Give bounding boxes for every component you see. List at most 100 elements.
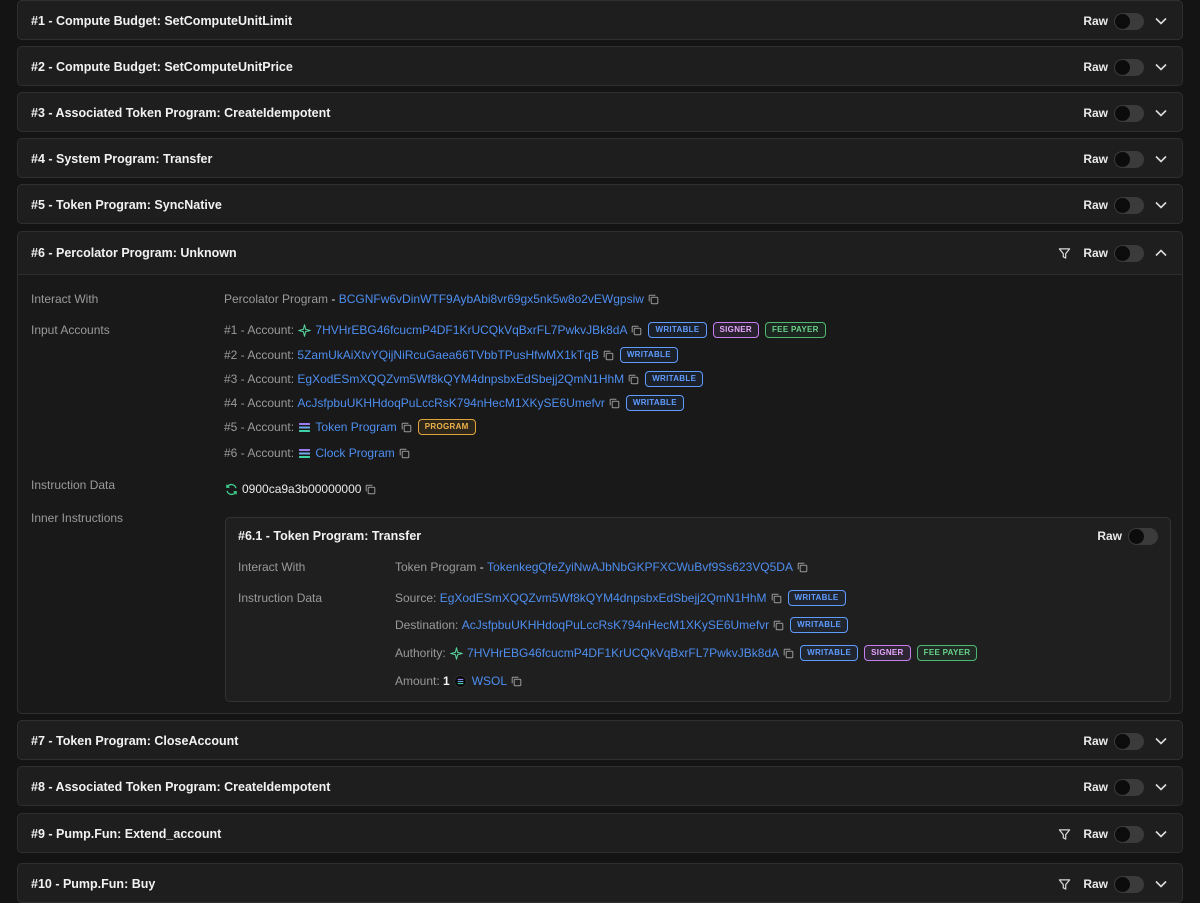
chevron-down-icon[interactable] <box>1154 734 1168 748</box>
chevron-down-icon[interactable] <box>1154 14 1168 28</box>
source-label: Source: <box>395 591 440 605</box>
token-link[interactable]: WSOL <box>472 674 507 688</box>
card-header[interactable]: #8 - Associated Token Program: CreateIde… <box>18 767 1182 807</box>
chevron-up-icon[interactable] <box>1154 246 1168 260</box>
raw-toggle[interactable] <box>1114 778 1144 796</box>
instruction-card-4[interactable]: #4 - System Program: Transfer Raw <box>17 138 1183 178</box>
raw-toggle[interactable] <box>1114 244 1144 262</box>
refresh-icon[interactable] <box>224 482 238 496</box>
chevron-down-icon[interactable] <box>1154 780 1168 794</box>
destination-address-link[interactable]: AcJsfpbuUKHHdoqPuLccRsK794nHecM1XKySE6Um… <box>462 618 769 632</box>
account-address-link[interactable]: 5ZamUkAiXtvYQijNiRcuGaea66TVbbTPusHfwMX1… <box>297 348 598 362</box>
inner-interact-with-value: Token Program - TokenkegQfeZyiNwAJbNbGKP… <box>395 558 808 576</box>
copy-icon[interactable] <box>399 448 410 459</box>
instruction-card-7[interactable]: #7 - Token Program: CloseAccount Raw <box>17 720 1183 760</box>
card-header[interactable]: #10 - Pump.Fun: Buy Raw <box>18 864 1182 903</box>
instruction-title: #5 - Token Program: SyncNative <box>31 198 222 212</box>
instruction-title: #4 - System Program: Transfer <box>31 152 213 166</box>
source-address-link[interactable]: EgXodESmXQQZvm5Wf8kQYM4dnpsbxEdSbejj2QmN… <box>440 591 767 605</box>
account-row-5: #5 - Account: Token Program PROGRAM <box>224 418 476 436</box>
instruction-title: #7 - Token Program: CloseAccount <box>31 734 239 748</box>
card-header[interactable]: #9 - Pump.Fun: Extend_account Raw <box>18 814 1182 854</box>
instruction-card-1[interactable]: #1 - Compute Budget: SetComputeUnitLimit… <box>17 0 1183 40</box>
inner-instructions-label: Inner Instructions <box>31 511 124 525</box>
chevron-down-icon[interactable] <box>1154 198 1168 212</box>
copy-icon[interactable] <box>648 294 659 305</box>
card-header[interactable]: #4 - System Program: Transfer Raw <box>18 139 1182 179</box>
authority-address-link[interactable]: 7HVHrEBG46fcucmP4DF1KrUCQkVqBxrFL7PwkvJB… <box>467 646 779 660</box>
instruction-card-3[interactable]: #3 - Associated Token Program: CreateIde… <box>17 92 1183 132</box>
program-address-link[interactable]: BCGNFw6vDinWTF9AybAbi8vr69gx5nk5w8o2vEWg… <box>339 292 644 306</box>
sparkle-icon <box>297 323 311 337</box>
raw-toggle[interactable] <box>1114 732 1144 750</box>
raw-toggle[interactable] <box>1114 196 1144 214</box>
chevron-down-icon[interactable] <box>1154 152 1168 166</box>
copy-icon[interactable] <box>401 422 412 433</box>
chevron-down-icon[interactable] <box>1154 877 1168 891</box>
account-address-link[interactable]: 7HVHrEBG46fcucmP4DF1KrUCQkVqBxrFL7PwkvJB… <box>315 323 627 337</box>
card-header[interactable]: #6 - Percolator Program: Unknown Raw <box>18 232 1182 274</box>
instruction-card-2[interactable]: #2 - Compute Budget: SetComputeUnitPrice… <box>17 46 1183 86</box>
instruction-title: #1 - Compute Budget: SetComputeUnitLimit <box>31 14 293 28</box>
instruction-title: #3 - Associated Token Program: CreateIde… <box>31 106 331 120</box>
copy-icon[interactable] <box>603 350 614 361</box>
card-header[interactable]: #1 - Compute Budget: SetComputeUnitLimit… <box>18 1 1182 41</box>
writable-badge: WRITABLE <box>790 617 849 633</box>
raw-toggle[interactable] <box>1128 527 1158 545</box>
instruction-card-10[interactable]: #10 - Pump.Fun: Buy Raw <box>17 863 1183 903</box>
copy-icon[interactable] <box>628 374 639 385</box>
instruction-card-9[interactable]: #9 - Pump.Fun: Extend_account Raw <box>17 813 1183 853</box>
chevron-down-icon[interactable] <box>1154 60 1168 74</box>
card-header[interactable]: #7 - Token Program: CloseAccount Raw <box>18 721 1182 761</box>
copy-icon[interactable] <box>783 648 794 659</box>
card-header[interactable]: #2 - Compute Budget: SetComputeUnitPrice… <box>18 47 1182 87</box>
raw-toggle[interactable] <box>1114 875 1144 893</box>
copy-icon[interactable] <box>771 593 782 604</box>
copy-icon[interactable] <box>797 562 808 573</box>
program-name: Token Program <box>395 560 477 574</box>
instruction-title: #10 - Pump.Fun: Buy <box>31 877 156 891</box>
inner-instruction-card[interactable]: #6.1 - Token Program: Transfer Raw Inter… <box>225 517 1171 702</box>
separator: - <box>328 292 339 306</box>
interact-with-value: Percolator Program - BCGNFw6vDinWTF9AybA… <box>224 290 659 308</box>
copy-icon[interactable] <box>365 484 376 495</box>
chevron-down-icon[interactable] <box>1154 106 1168 120</box>
instruction-card-6[interactable]: #6 - Percolator Program: Unknown Raw Int… <box>17 231 1183 714</box>
copy-icon[interactable] <box>773 620 784 631</box>
raw-toggle[interactable] <box>1114 104 1144 122</box>
raw-toggle[interactable] <box>1114 825 1144 843</box>
copy-icon[interactable] <box>609 398 620 409</box>
account-address-link[interactable]: AcJsfpbuUKHHdoqPuLccRsK794nHecM1XKySE6Um… <box>297 396 604 410</box>
instruction-card-5[interactable]: #5 - Token Program: SyncNative Raw <box>17 184 1183 224</box>
raw-label: Raw <box>1083 827 1108 841</box>
chevron-down-icon[interactable] <box>1154 827 1168 841</box>
account-prefix: #5 - Account: <box>224 420 298 434</box>
inner-instruction-title: #6.1 - Token Program: Transfer <box>238 529 422 543</box>
account-program-link[interactable]: Token Program <box>315 420 396 434</box>
inner-card-header[interactable]: #6.1 - Token Program: Transfer Raw <box>226 518 1170 554</box>
amount-value: 1 <box>443 674 450 688</box>
raw-toggle[interactable] <box>1114 58 1144 76</box>
fee-payer-badge: FEE PAYER <box>916 645 978 661</box>
solana-icon <box>297 420 311 434</box>
instruction-card-8[interactable]: #8 - Associated Token Program: CreateIde… <box>17 766 1183 806</box>
copy-icon[interactable] <box>511 676 522 687</box>
fee-payer-badge: FEE PAYER <box>765 322 826 338</box>
card-header[interactable]: #3 - Associated Token Program: CreateIde… <box>18 93 1182 133</box>
instruction-data-label: Instruction Data <box>31 478 116 492</box>
filter-icon[interactable] <box>1055 825 1073 843</box>
interact-with-label: Interact With <box>31 292 99 306</box>
separator: - <box>476 560 488 574</box>
raw-label: Raw <box>1083 198 1108 212</box>
account-program-link[interactable]: Clock Program <box>315 446 394 460</box>
authority-row: Authority: 7HVHrEBG46fcucmP4DF1KrUCQkVqB… <box>395 644 978 662</box>
raw-toggle[interactable] <box>1114 150 1144 168</box>
card-header[interactable]: #5 - Token Program: SyncNative Raw <box>18 185 1182 225</box>
account-address-link[interactable]: EgXodESmXQQZvm5Wf8kQYM4dnpsbxEdSbejj2QmN… <box>297 372 624 386</box>
source-row: Source: EgXodESmXQQZvm5Wf8kQYM4dnpsbxEdS… <box>395 589 846 607</box>
program-address-link[interactable]: TokenkegQfeZyiNwAJbNbGKPFXCWuBvf9Ss623VQ… <box>487 560 793 574</box>
filter-icon[interactable] <box>1055 875 1073 893</box>
copy-icon[interactable] <box>631 325 642 336</box>
filter-icon[interactable] <box>1055 244 1073 262</box>
raw-toggle[interactable] <box>1114 12 1144 30</box>
